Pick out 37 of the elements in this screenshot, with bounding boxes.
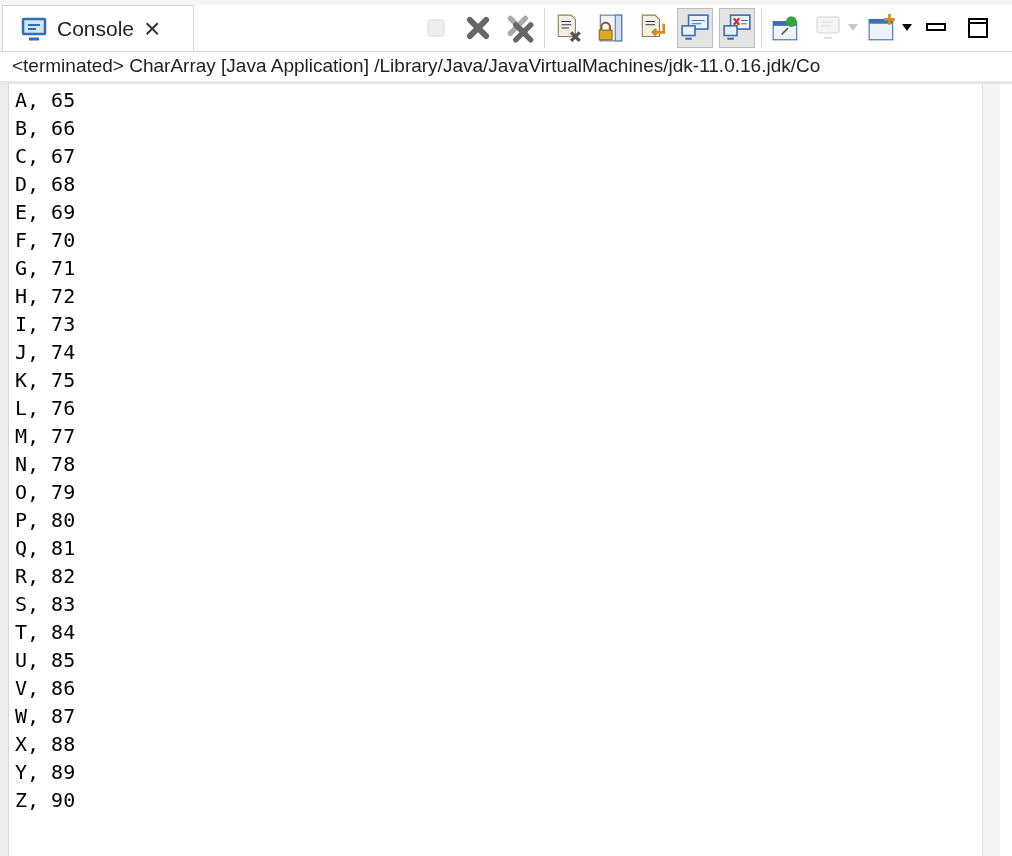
output-line: F, 70: [15, 227, 77, 254]
output-line: Y, 89: [15, 759, 77, 786]
output-line: G, 71: [15, 255, 77, 282]
output-line: E, 69: [15, 199, 77, 226]
tab-label: Console: [57, 15, 135, 42]
output-line: X, 88: [15, 731, 77, 758]
output-line: Z, 90: [15, 787, 77, 814]
output-line: S, 83: [15, 591, 77, 618]
output-line: H, 72: [15, 283, 77, 310]
output-line: T, 84: [15, 619, 77, 646]
remove-all-icon: [505, 13, 535, 43]
stdout-button[interactable]: [677, 8, 713, 48]
output-line: V, 86: [15, 675, 77, 702]
output-line: N, 78: [15, 451, 77, 478]
output-line: B, 66: [15, 115, 77, 142]
output-line: K, 75: [15, 367, 77, 394]
console-tab[interactable]: Console ×: [2, 5, 194, 51]
stderr-button[interactable]: [719, 8, 755, 48]
output-line: O, 79: [15, 479, 77, 506]
output-line: P, 80: [15, 507, 77, 534]
maximize-icon: [967, 17, 989, 39]
output-line: C, 67: [15, 143, 77, 170]
output-line: W, 87: [15, 703, 77, 730]
launch-status: <terminated> CharArray [Java Application] /Library/Java/JavaVirtualMachines/jdk-11.0.16.jdk/Co: [12, 54, 821, 79]
output-line: R, 82: [15, 563, 77, 590]
remove-icon: [464, 14, 492, 42]
output-line: J, 74: [15, 339, 77, 366]
monitor-icon: [21, 16, 47, 41]
output-line: I, 73: [15, 311, 77, 338]
output-line: M, 77: [15, 423, 77, 450]
output-line: L, 76: [15, 395, 77, 422]
output-line: D, 68: [15, 171, 77, 198]
close-button[interactable]: ×: [144, 14, 161, 43]
caret-icon[interactable]: [902, 24, 912, 32]
output-line: A, 65: [15, 87, 77, 114]
output-line: U, 85: [15, 647, 77, 674]
output-line: Q, 81: [15, 535, 77, 562]
